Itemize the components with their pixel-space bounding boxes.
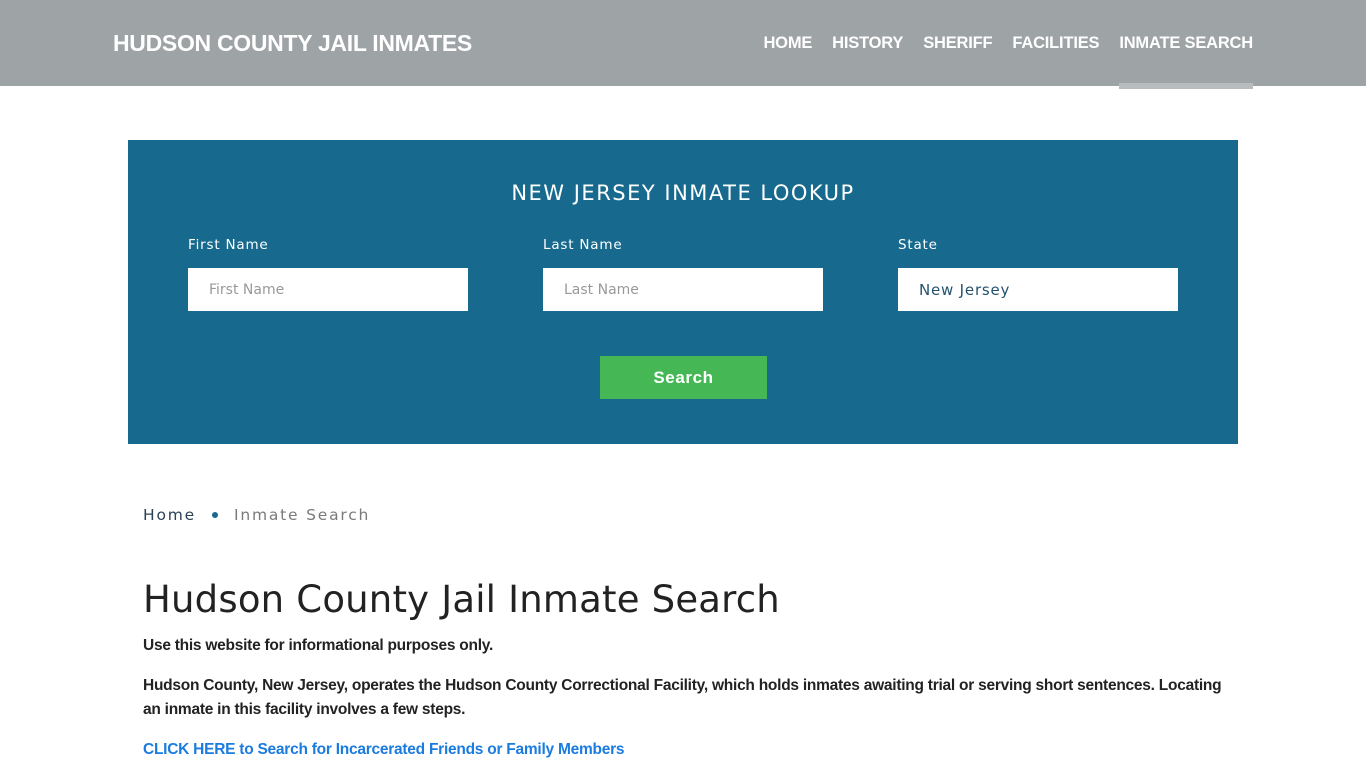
intro-text: Hudson County, New Jersey, operates the … bbox=[143, 677, 1222, 718]
first-name-label: First Name bbox=[188, 237, 269, 253]
nav-facilities[interactable]: FACILITIES bbox=[1012, 0, 1099, 86]
state-select[interactable]: New Jersey bbox=[898, 268, 1178, 311]
nav-history[interactable]: HISTORY bbox=[832, 0, 903, 86]
last-name-label: Last Name bbox=[543, 237, 623, 253]
site-brand-link[interactable]: HUDSON COUNTY JAIL INMATES bbox=[113, 30, 472, 57]
disclaimer-text: Use this website for informational purpo… bbox=[143, 637, 494, 654]
lookup-title: NEW JERSEY INMATE LOOKUP bbox=[511, 181, 855, 205]
search-button[interactable]: Search bbox=[600, 356, 767, 399]
breadcrumb: Home Inmate Search bbox=[143, 506, 370, 524]
breadcrumb-home[interactable]: Home bbox=[143, 506, 196, 524]
nav-sheriff[interactable]: SHERIFF bbox=[923, 0, 992, 86]
main-nav: HOME HISTORY SHERIFF FACILITIES INMATE S… bbox=[763, 0, 1253, 89]
last-name-input[interactable] bbox=[543, 268, 823, 311]
first-name-input[interactable] bbox=[188, 268, 468, 311]
breadcrumb-current: Inmate Search bbox=[233, 506, 371, 524]
breadcrumb-separator-dot-icon bbox=[211, 512, 218, 518]
state-select-value: New Jersey bbox=[919, 280, 1011, 299]
search-incarcerated-link[interactable]: CLICK HERE to Search for Incarcerated Fr… bbox=[143, 738, 625, 762]
state-label: State bbox=[898, 237, 938, 253]
page-title: Hudson County Jail Inmate Search bbox=[143, 578, 780, 621]
nav-home[interactable]: HOME bbox=[763, 0, 812, 86]
nav-inmate-search[interactable]: INMATE SEARCH bbox=[1119, 0, 1253, 89]
site-header: HUDSON COUNTY JAIL INMATES HOME HISTORY … bbox=[0, 0, 1366, 89]
